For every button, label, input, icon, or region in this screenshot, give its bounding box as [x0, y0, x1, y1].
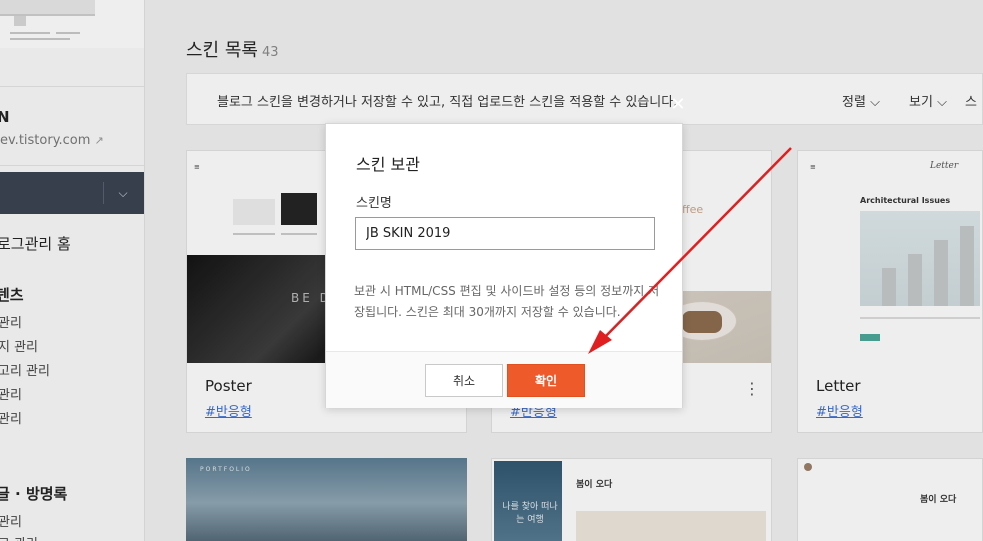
confirm-button[interactable]: 확인	[507, 364, 585, 397]
skin-name-label: 스킨명	[356, 196, 392, 211]
dialog-footer: 취소 확인	[326, 351, 682, 408]
dialog-title: 스킨 보관	[356, 155, 420, 174]
skin-name-input[interactable]	[355, 217, 655, 250]
cancel-button[interactable]: 취소	[425, 364, 503, 397]
dialog-description: 보관 시 HTML/CSS 편집 및 사이드바 설정 등의 정보까지 저장됩니다…	[354, 284, 660, 319]
close-icon[interactable]: ✕	[669, 96, 687, 114]
skin-archive-dialog: 스킨 보관 스킨명 보관 시 HTML/CSS 편집 및 사이드바 설정 등의 …	[325, 123, 683, 408]
